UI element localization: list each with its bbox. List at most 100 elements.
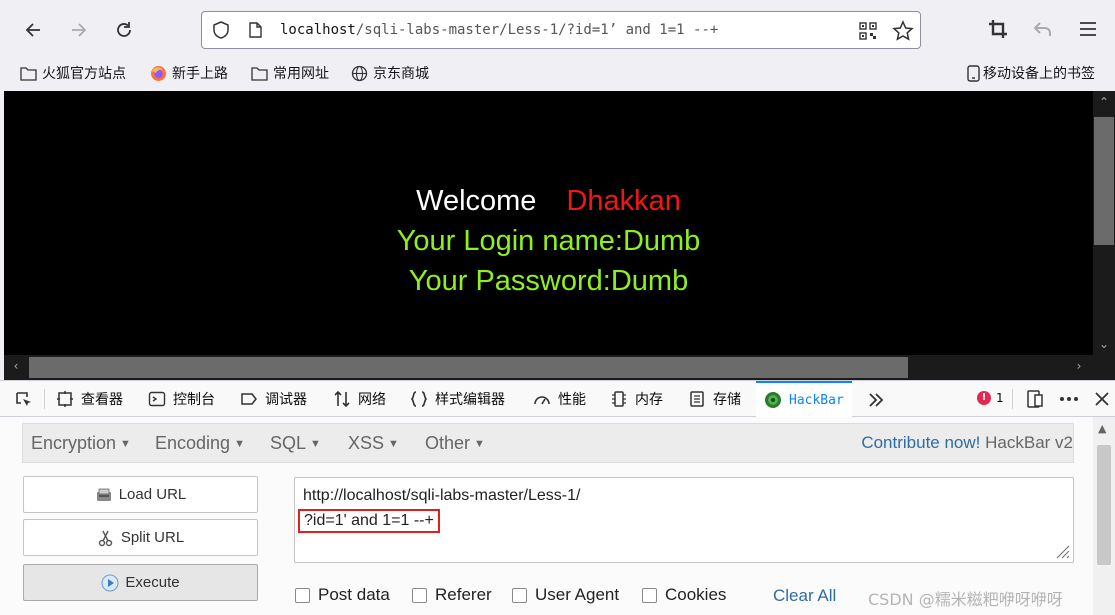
option-label: Referer — [435, 585, 492, 604]
scrollbar-thumb[interactable] — [1094, 117, 1114, 245]
page-vertical-scrollbar[interactable]: ⌃ ⌄ — [1093, 91, 1115, 380]
tab-storage[interactable]: 存储 — [688, 381, 741, 417]
error-count-badge[interactable]: ! 1 — [977, 391, 1004, 405]
bookmark-label: 常用网址 — [273, 66, 329, 82]
hackbar-icon — [765, 392, 781, 408]
tab-inspector[interactable]: 查看器 — [56, 381, 123, 417]
menu-label: Encryption — [31, 433, 117, 453]
option-cookies[interactable]: Cookies — [642, 585, 726, 605]
tab-hackbar[interactable]: HackBar — [756, 381, 852, 417]
bookmark-jd-mall[interactable]: 京东商城 — [351, 63, 429, 83]
undo-icon[interactable] — [1032, 18, 1054, 40]
tracking-shield-icon[interactable] — [211, 20, 231, 40]
option-label: Cookies — [665, 585, 727, 604]
tab-console[interactable]: 控制台 — [148, 381, 215, 417]
checkbox[interactable] — [412, 587, 427, 603]
url-line-1: http://localhost/sqli-labs-master/Less-1… — [303, 487, 581, 504]
menu-encoding[interactable]: Encoding ▼ — [155, 433, 245, 454]
url-bar[interactable]: localhost/sqli-labs-master/Less-1/?id=1’… — [201, 11, 921, 49]
resize-grip-icon[interactable] — [1051, 540, 1071, 560]
tab-debugger[interactable]: 调试器 — [240, 381, 307, 417]
more-options-icon[interactable] — [1058, 389, 1080, 409]
tab-label: 存储 — [713, 392, 741, 408]
hackbar-scrollbar[interactable]: ▲ — [1093, 417, 1115, 615]
csdn-watermark: CSDN @糯米糍粑咿呀咿呀 — [868, 590, 1063, 609]
bookmark-star-icon[interactable] — [892, 20, 914, 42]
scrollbar-thumb[interactable] — [1097, 445, 1111, 565]
bookmarks-toolbar: 火狐官方站点 新手上路 常用网址 京东商城 移动设备上的书签 — [0, 56, 1115, 91]
option-label: User Agent — [535, 585, 620, 604]
bookmark-label: 移动设备上的书签 — [983, 66, 1095, 82]
menu-sql[interactable]: SQL ▼ — [270, 433, 321, 454]
checkbox[interactable] — [512, 587, 527, 603]
tab-memory[interactable]: 内存 — [610, 381, 663, 417]
tab-performance[interactable]: 性能 — [533, 381, 586, 417]
option-post-data[interactable]: Post data — [295, 585, 390, 605]
scrollbar-thumb[interactable] — [29, 357, 908, 378]
caret-down-icon: ▼ — [474, 438, 485, 450]
style-editor-icon — [410, 391, 428, 407]
globe-icon — [351, 65, 368, 81]
option-label: Post data — [318, 585, 390, 604]
scroll-right-icon[interactable]: › — [1072, 359, 1086, 375]
scroll-up-icon[interactable]: ▲ — [1098, 422, 1106, 435]
qr-code-icon[interactable] — [858, 21, 878, 41]
page-info-icon[interactable] — [246, 21, 264, 39]
hackbar-url-textarea[interactable]: http://localhost/sqli-labs-master/Less-1… — [294, 477, 1074, 563]
tab-style-editor[interactable]: 样式编辑器 — [410, 381, 505, 417]
scissors-icon — [98, 530, 113, 546]
scroll-up-icon[interactable]: ⌃ — [1097, 95, 1111, 109]
forward-arrow-icon — [72, 23, 87, 37]
tab-label: 网络 — [358, 392, 386, 408]
load-url-button[interactable]: Load URL — [23, 476, 258, 513]
welcome-line: Welcome Dhakkan — [4, 181, 1093, 221]
contribute-link[interactable]: Contribute now! — [861, 433, 980, 452]
folder-icon — [251, 66, 268, 81]
forward-button[interactable] — [62, 14, 94, 46]
tab-network[interactable]: 网络 — [333, 381, 386, 417]
tab-label: 样式编辑器 — [435, 392, 505, 408]
bookmark-label: 火狐官方站点 — [42, 66, 126, 82]
scroll-left-icon[interactable]: ‹ — [9, 359, 23, 375]
folder-icon — [20, 66, 37, 81]
checkbox[interactable] — [295, 587, 310, 603]
hackbar-menu: Encryption ▼ Encoding ▼ SQL ▼ XSS ▼ Other ▼ C… — [22, 423, 1074, 463]
hamburger-menu-icon[interactable] — [1077, 18, 1099, 40]
split-url-button[interactable]: Split URL — [23, 519, 258, 556]
more-tabs-chevron-icon[interactable] — [866, 390, 886, 410]
performance-icon — [534, 396, 550, 405]
reload-button[interactable] — [108, 14, 140, 46]
scroll-down-icon[interactable]: ⌄ — [1097, 337, 1111, 351]
bookmark-getting-started[interactable]: 新手上路 — [150, 63, 228, 83]
clear-all-link[interactable]: Clear All — [773, 586, 836, 606]
tab-label: 查看器 — [81, 392, 123, 408]
bookmark-firefox-official[interactable]: 火狐官方站点 — [20, 63, 126, 83]
execute-button[interactable]: Execute — [23, 564, 258, 601]
load-url-icon — [96, 488, 111, 501]
menu-encryption[interactable]: Encryption ▼ — [31, 433, 131, 454]
menu-xss[interactable]: XSS ▼ — [348, 433, 399, 454]
checkbox[interactable] — [642, 587, 657, 603]
option-referer[interactable]: Referer — [412, 585, 492, 605]
page-horizontal-scrollbar[interactable]: ‹ › — [4, 355, 1093, 380]
screenshot-crop-icon[interactable] — [987, 18, 1009, 40]
password-text: Your Password:Dumb — [408, 265, 689, 297]
responsive-design-icon[interactable] — [1025, 389, 1045, 409]
element-picker-icon[interactable] — [14, 390, 34, 410]
bookmark-mobile-bookmarks[interactable]: 移动设备上的书签 — [965, 63, 1095, 83]
close-devtools-icon[interactable] — [1093, 389, 1111, 409]
menu-other[interactable]: Other ▼ — [425, 433, 485, 454]
execute-play-icon — [101, 574, 119, 591]
devtools-toolbar: 查看器 控制台 调试器 网络 样式编辑器 性能 内存 存储 HackBar ! … — [0, 380, 1115, 417]
option-user-agent[interactable]: User Agent — [512, 585, 619, 605]
back-button[interactable] — [18, 14, 50, 46]
button-label: Load URL — [118, 486, 187, 503]
url-text[interactable]: localhost/sqli-labs-master/Less-1/?id=1’… — [280, 22, 718, 38]
debugger-icon — [241, 393, 257, 405]
storage-icon — [690, 391, 704, 407]
nav-toolbar: localhost/sqli-labs-master/Less-1/?id=1’… — [0, 0, 1115, 56]
menu-label: XSS — [348, 433, 385, 453]
hackbar-panel: Encryption ▼ Encoding ▼ SQL ▼ XSS ▼ Other ▼ C… — [0, 417, 1093, 615]
back-arrow-icon — [25, 23, 40, 37]
bookmark-common-sites[interactable]: 常用网址 — [251, 63, 329, 83]
